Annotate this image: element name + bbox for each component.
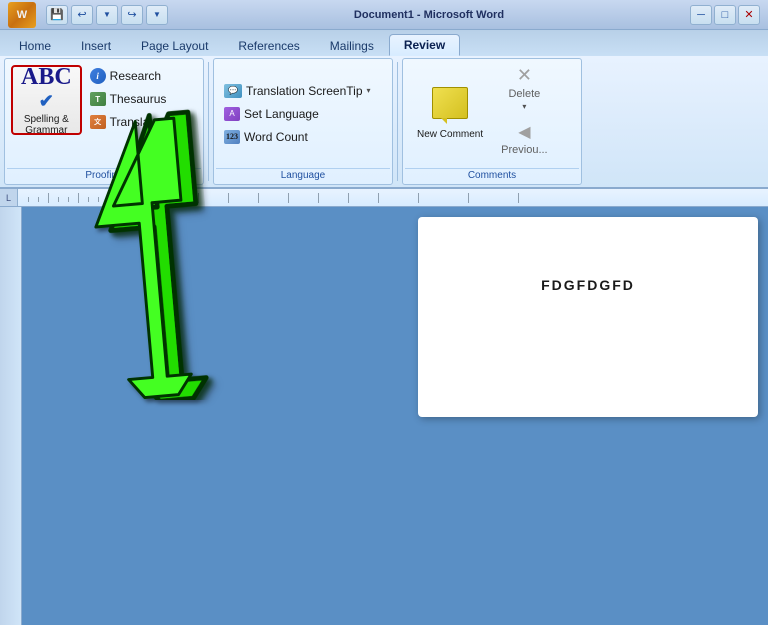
ruler-tick <box>168 193 169 203</box>
research-label: Research <box>110 69 161 83</box>
word-count-button[interactable]: 123 Word Count <box>220 126 375 148</box>
word-count-label: Word Count <box>244 130 308 144</box>
ruler-tick <box>48 193 49 203</box>
set-language-button[interactable]: A Set Language <box>220 103 375 125</box>
thesaurus-button[interactable]: T Thesaurus <box>86 88 171 110</box>
document-text: FDGFDGFD <box>541 277 635 293</box>
close-button[interactable]: ✕ <box>738 5 760 25</box>
ruler-tick <box>98 197 99 202</box>
ruler-tick <box>58 197 59 202</box>
comment-icon <box>432 87 468 119</box>
tab-references[interactable]: References <box>223 34 314 56</box>
ruler-tick <box>38 197 39 202</box>
previous-icon: ◀ <box>518 122 530 142</box>
language-group-label: Language <box>216 168 390 182</box>
ruler-tick <box>318 193 319 203</box>
ruler-tick <box>418 193 419 203</box>
comments-group-label: Comments <box>405 168 579 182</box>
spelling-grammar-label: Spelling &Grammar <box>24 114 69 136</box>
ruler-tick <box>78 193 79 203</box>
proofing-group: ABC ✔ Spelling &Grammar i Research T The… <box>4 58 204 185</box>
left-ruler <box>0 207 22 625</box>
ruler-tick <box>468 193 469 203</box>
thesaurus-icon: T <box>90 92 106 106</box>
ruler-tick <box>138 193 139 203</box>
translate-icon: 文 <box>90 115 106 129</box>
set-language-label: Set Language <box>244 107 319 121</box>
ribbon: Home Insert Page Layout References Maili… <box>0 30 768 189</box>
separator-2 <box>397 62 398 181</box>
checkmark-icon: ✔ <box>39 91 54 112</box>
tab-page-layout[interactable]: Page Layout <box>126 34 223 56</box>
translate-label: Translate <box>110 115 160 129</box>
comment-action-buttons: ✕ Delete ▾ ◀ Previou... <box>495 63 553 164</box>
ruler-tick <box>118 197 119 202</box>
undo-button[interactable]: ↩ <box>71 5 93 25</box>
save-button[interactable]: 💾 <box>46 5 68 25</box>
language-group: 💬 Translation ScreenTip ▾ A Set Language… <box>213 58 393 185</box>
minimize-button[interactable]: ─ <box>690 5 712 25</box>
separator-1 <box>208 62 209 181</box>
ruler-corner-button[interactable]: L <box>0 189 18 207</box>
comments-group: New Comment ✕ Delete ▾ ◀ Previou... Comm… <box>402 58 582 185</box>
language-group-content: 💬 Translation ScreenTip ▾ A Set Language… <box>216 61 390 166</box>
translation-screentip-label: Translation ScreenTip <box>246 84 363 98</box>
ruler: L <box>0 189 768 207</box>
ruler-tick <box>258 193 259 203</box>
word-count-icon: 123 <box>224 130 240 144</box>
proofing-group-content: ABC ✔ Spelling &Grammar i Research T The… <box>7 61 201 166</box>
window-title: Document1 - Microsoft Word <box>174 9 684 21</box>
ribbon-content: ABC ✔ Spelling &Grammar i Research T The… <box>0 56 768 187</box>
new-comment-label: New Comment <box>417 129 483 140</box>
spelling-grammar-button[interactable]: ABC ✔ Spelling &Grammar <box>11 65 82 135</box>
tab-home[interactable]: Home <box>4 34 66 56</box>
ruler-tick <box>378 193 379 203</box>
abc-icon: ABC <box>21 65 72 89</box>
delete-label: Delete <box>508 88 540 100</box>
translation-screentip-button[interactable]: 💬 Translation ScreenTip ▾ <box>220 80 375 102</box>
previous-button[interactable]: ◀ Previou... <box>495 114 553 164</box>
document-area: FDGFDGFD <box>0 207 768 625</box>
ruler-marks <box>18 189 768 206</box>
ruler-tick <box>228 193 229 203</box>
translation-screentip-icon: 💬 <box>224 84 242 98</box>
new-comment-button[interactable]: New Comment <box>409 81 491 146</box>
research-button[interactable]: i Research <box>86 65 171 87</box>
dropdown-arrow-icon: ▾ <box>367 86 371 95</box>
ruler-tick <box>108 193 109 203</box>
ruler-tick <box>288 193 289 203</box>
translate-button[interactable]: 文 Translate <box>86 111 171 133</box>
maximize-button[interactable]: □ <box>714 5 736 25</box>
tab-review[interactable]: Review <box>389 34 460 56</box>
tab-bar: Home Insert Page Layout References Maili… <box>0 30 768 56</box>
delete-dropdown-icon: ▾ <box>522 102 526 111</box>
quick-access-toolbar: 💾 ↩ ▼ ↪ ▼ <box>46 5 168 25</box>
delete-icon: ✕ <box>517 65 532 86</box>
previous-label: Previou... <box>501 144 547 156</box>
language-small-buttons: 💬 Translation ScreenTip ▾ A Set Language… <box>220 80 375 148</box>
set-language-icon: A <box>224 107 240 121</box>
thesaurus-label: Thesaurus <box>110 92 167 106</box>
title-bar: W 💾 ↩ ▼ ↪ ▼ Document1 - Microsoft Word ─… <box>0 0 768 30</box>
customize-button[interactable]: ▼ <box>146 5 168 25</box>
ruler-tick <box>198 193 199 203</box>
office-button[interactable]: W <box>8 2 36 28</box>
redo-button[interactable]: ↪ <box>121 5 143 25</box>
page-sheet: FDGFDGFD <box>418 217 758 417</box>
document-page[interactable]: FDGFDGFD <box>22 207 768 625</box>
research-icon: i <box>90 68 106 84</box>
delete-button[interactable]: ✕ Delete ▾ <box>495 63 553 113</box>
ruler-tick <box>68 197 69 202</box>
ruler-slider[interactable] <box>178 189 186 199</box>
ruler-tick <box>518 193 519 203</box>
ruler-tick <box>28 197 29 202</box>
undo-dropdown[interactable]: ▼ <box>96 5 118 25</box>
tab-insert[interactable]: Insert <box>66 34 126 56</box>
proofing-group-label: Proofing <box>7 168 201 182</box>
tab-mailings[interactable]: Mailings <box>315 34 389 56</box>
comments-group-content: New Comment ✕ Delete ▾ ◀ Previou... <box>405 61 579 166</box>
ruler-tick <box>88 197 89 202</box>
ruler-tick <box>348 193 349 203</box>
proofing-small-buttons: i Research T Thesaurus 文 Translate <box>86 65 171 133</box>
